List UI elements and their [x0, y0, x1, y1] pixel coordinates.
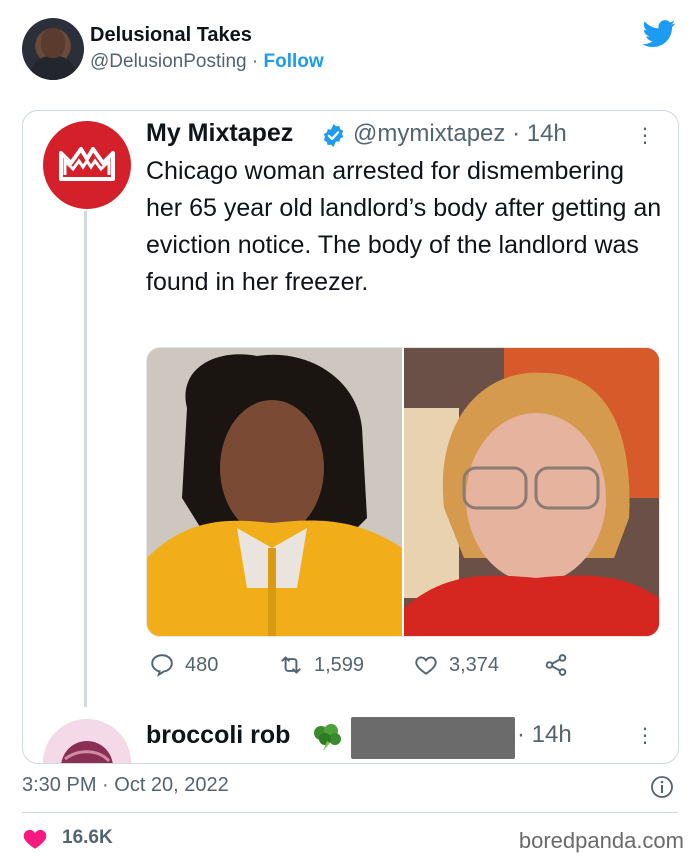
reply-avatar-art — [43, 719, 131, 763]
mymixtapez-avatar[interactable] — [43, 121, 131, 209]
thread-line — [84, 211, 87, 707]
tweet-photo[interactable] — [146, 347, 660, 637]
tweet-timestamp[interactable]: 3:30 PM · Oct 20, 2022 — [22, 774, 229, 797]
outer-like-action[interactable]: 16.6K — [22, 826, 113, 850]
reply-avatar[interactable] — [43, 719, 131, 763]
handle-separator: · — [251, 51, 259, 72]
retweet-action[interactable]: 1,599 — [278, 652, 364, 678]
photo-right-portrait — [404, 348, 659, 636]
like-count: 3,374 — [449, 653, 500, 676]
like-action[interactable]: 3,374 — [413, 652, 499, 678]
reply-action[interactable]: 480 — [149, 652, 218, 678]
heart-filled-icon — [23, 829, 47, 849]
info-icon[interactable] — [650, 775, 674, 799]
reply-count: 480 — [185, 653, 219, 676]
author-handle-row: @DelusionPosting · Follow — [90, 51, 324, 73]
author-handle[interactable]: @DelusionPosting — [90, 51, 247, 72]
redacted-handle — [351, 717, 515, 759]
retweet-icon — [281, 656, 301, 674]
mm-logo-icon — [59, 147, 115, 181]
quoted-age: · 14h — [512, 120, 567, 147]
heart-outline-icon — [415, 656, 437, 675]
share-icon — [545, 654, 567, 676]
author-name[interactable]: Delusional Takes — [90, 24, 252, 47]
avatar-face — [41, 28, 65, 58]
verified-badge-icon — [323, 124, 344, 147]
footer-divider — [22, 812, 678, 813]
retweet-count: 1,599 — [314, 653, 365, 676]
watermark: boredpanda.com — [518, 828, 684, 853]
reply-author-name[interactable]: broccoli rob — [146, 721, 290, 750]
avatar-suit — [30, 56, 76, 80]
reply-icon — [151, 654, 173, 677]
photo-left-mugshot — [147, 348, 402, 636]
outer-like-count: 16.6K — [62, 827, 113, 848]
follow-button[interactable]: Follow — [263, 51, 323, 72]
reply-more-options-icon[interactable]: ⋮ — [635, 723, 655, 747]
author-avatar[interactable] — [22, 18, 84, 80]
quoted-handle[interactable]: @mymixtapez — [353, 120, 505, 147]
quoted-tweet-card[interactable]: My Mixtapez @mymixtapez · 14h ⋮ Chicago … — [22, 110, 679, 764]
more-options-icon[interactable]: ⋮ — [635, 123, 655, 147]
quoted-handle-row: @mymixtapez · 14h — [353, 120, 567, 148]
broccoli-icon — [314, 724, 341, 751]
share-action[interactable] — [543, 652, 569, 678]
quoted-author-name[interactable]: My Mixtapez — [146, 119, 293, 148]
twitter-bird-icon[interactable] — [642, 20, 676, 48]
quoted-tweet-text: Chicago woman arrested for dismembering … — [146, 157, 662, 296]
reply-age: · 14h — [517, 721, 572, 748]
